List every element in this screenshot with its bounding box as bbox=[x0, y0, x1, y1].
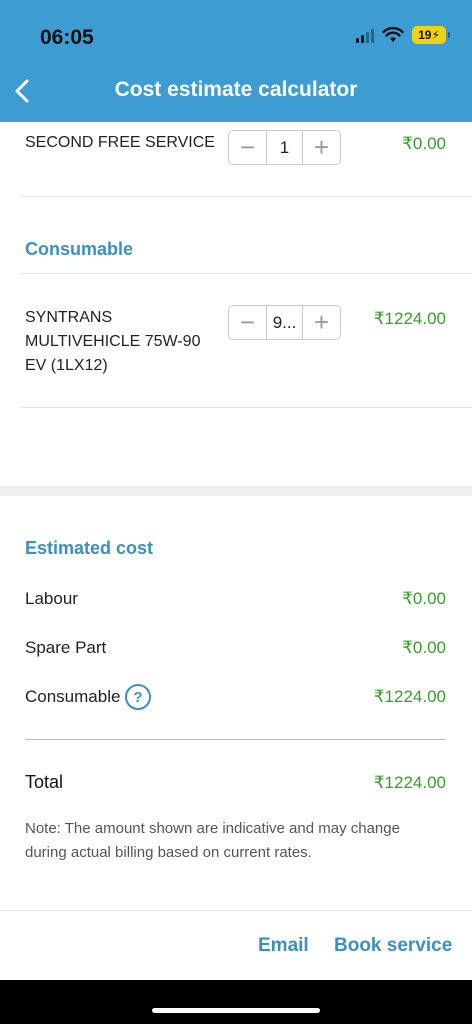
service-item-row: SECOND FREE SERVICE − 1 + ₹0.00 bbox=[20, 122, 472, 197]
status-icons: 19 ⚡ bbox=[356, 26, 450, 44]
labour-value: ₹0.00 bbox=[402, 589, 446, 608]
quantity-stepper: − 1 + bbox=[228, 130, 341, 165]
app-header: 06:05 19 ⚡ Cost estimate calculator bbox=[0, 0, 472, 122]
battery-icon: 19 ⚡ bbox=[412, 26, 450, 44]
estimated-cost-title: Estimated cost bbox=[25, 538, 154, 558]
home-area bbox=[0, 980, 472, 1024]
increment-button[interactable]: + bbox=[303, 306, 340, 339]
book-service-button[interactable]: Book service bbox=[334, 935, 452, 957]
quantity-value[interactable]: 1 bbox=[266, 131, 303, 164]
total-label: Total bbox=[25, 772, 64, 792]
decrement-button[interactable]: − bbox=[229, 306, 266, 339]
email-button[interactable]: Email bbox=[258, 935, 309, 957]
item-name: SECOND FREE SERVICE bbox=[25, 134, 215, 151]
item-price: ₹0.00 bbox=[402, 134, 446, 153]
wifi-icon bbox=[382, 27, 404, 42]
page-title: Cost estimate calculator bbox=[114, 78, 358, 101]
consumable-section-title: Consumable bbox=[25, 239, 134, 259]
section-separator bbox=[0, 486, 472, 496]
labour-label: Labour bbox=[25, 589, 78, 608]
item-name: SYNTRANS MULTIVEHICLE 75W-90 EV (1LX12) bbox=[25, 309, 201, 374]
consumable-label: Consumable bbox=[25, 687, 121, 706]
total-value: ₹1224.00 bbox=[373, 773, 446, 792]
consumable-item-row: SYNTRANS MULTIVEHICLE 75W-90 EV (1LX12) … bbox=[20, 274, 472, 408]
help-icon[interactable]: ? bbox=[125, 684, 151, 710]
spare-part-label: Spare Part bbox=[25, 638, 107, 657]
cellular-signal-icon bbox=[356, 27, 374, 43]
total-divider bbox=[25, 739, 446, 740]
increment-button[interactable]: + bbox=[303, 131, 340, 164]
decrement-button[interactable]: − bbox=[229, 131, 266, 164]
battery-level: 19 bbox=[418, 28, 432, 42]
home-indicator[interactable] bbox=[152, 1008, 320, 1013]
item-price: ₹1224.00 bbox=[373, 309, 446, 328]
status-time: 06:05 bbox=[40, 26, 94, 49]
spare-part-value: ₹0.00 bbox=[402, 638, 446, 657]
consumable-value: ₹1224.00 bbox=[373, 687, 446, 706]
disclaimer-note: Note: The amount shown are indicative an… bbox=[25, 820, 400, 861]
quantity-value[interactable]: 9... bbox=[266, 306, 303, 339]
footer-divider bbox=[0, 910, 472, 911]
quantity-stepper: − 9... + bbox=[228, 305, 341, 340]
